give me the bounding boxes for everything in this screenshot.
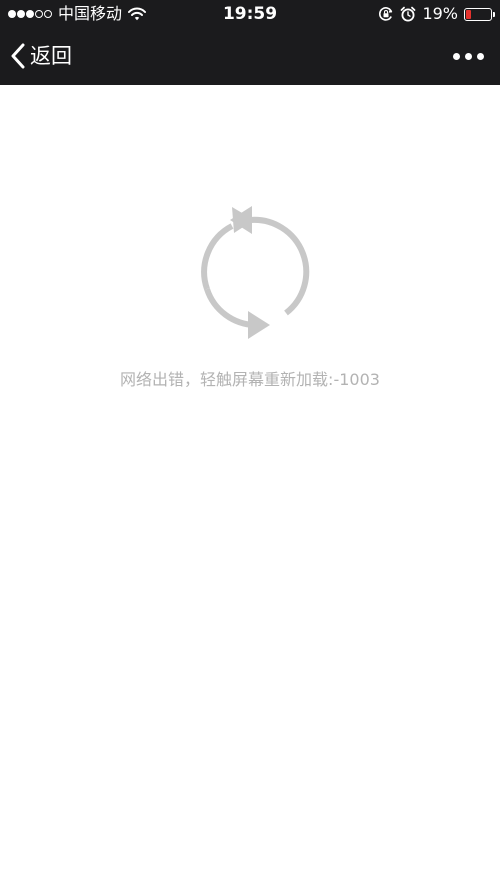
battery-level-fill [466,9,471,19]
nav-bar: 返回 [0,28,500,85]
battery-icon [464,7,495,21]
chevron-left-icon [11,43,25,69]
battery-tip [493,11,495,17]
alarm-clock-icon [401,6,416,22]
webview-screen: 中国移动 19:59 19% 返回 网络出错，轻触屏幕重新加载:-1003 [0,0,500,890]
battery-percent: 19% [422,4,458,23]
status-bar: 中国移动 19:59 19% [0,0,500,28]
status-right: 19% [378,4,495,24]
more-dots-icon [476,52,484,60]
more-dots-icon [452,52,460,60]
error-message: 网络出错，轻触屏幕重新加载:-1003 [120,370,380,389]
back-label: 返回 [30,44,72,68]
reload-icon [201,206,310,339]
more-dots-icon [464,52,472,60]
reload-tap-area[interactable]: 网络出错，轻触屏幕重新加载:-1003 [0,85,500,890]
back-button[interactable]: 返回 [10,38,72,74]
more-options-button[interactable] [450,42,486,70]
rotation-lock-icon [379,7,393,21]
top-bar: 中国移动 19:59 19% 返回 [0,0,500,85]
